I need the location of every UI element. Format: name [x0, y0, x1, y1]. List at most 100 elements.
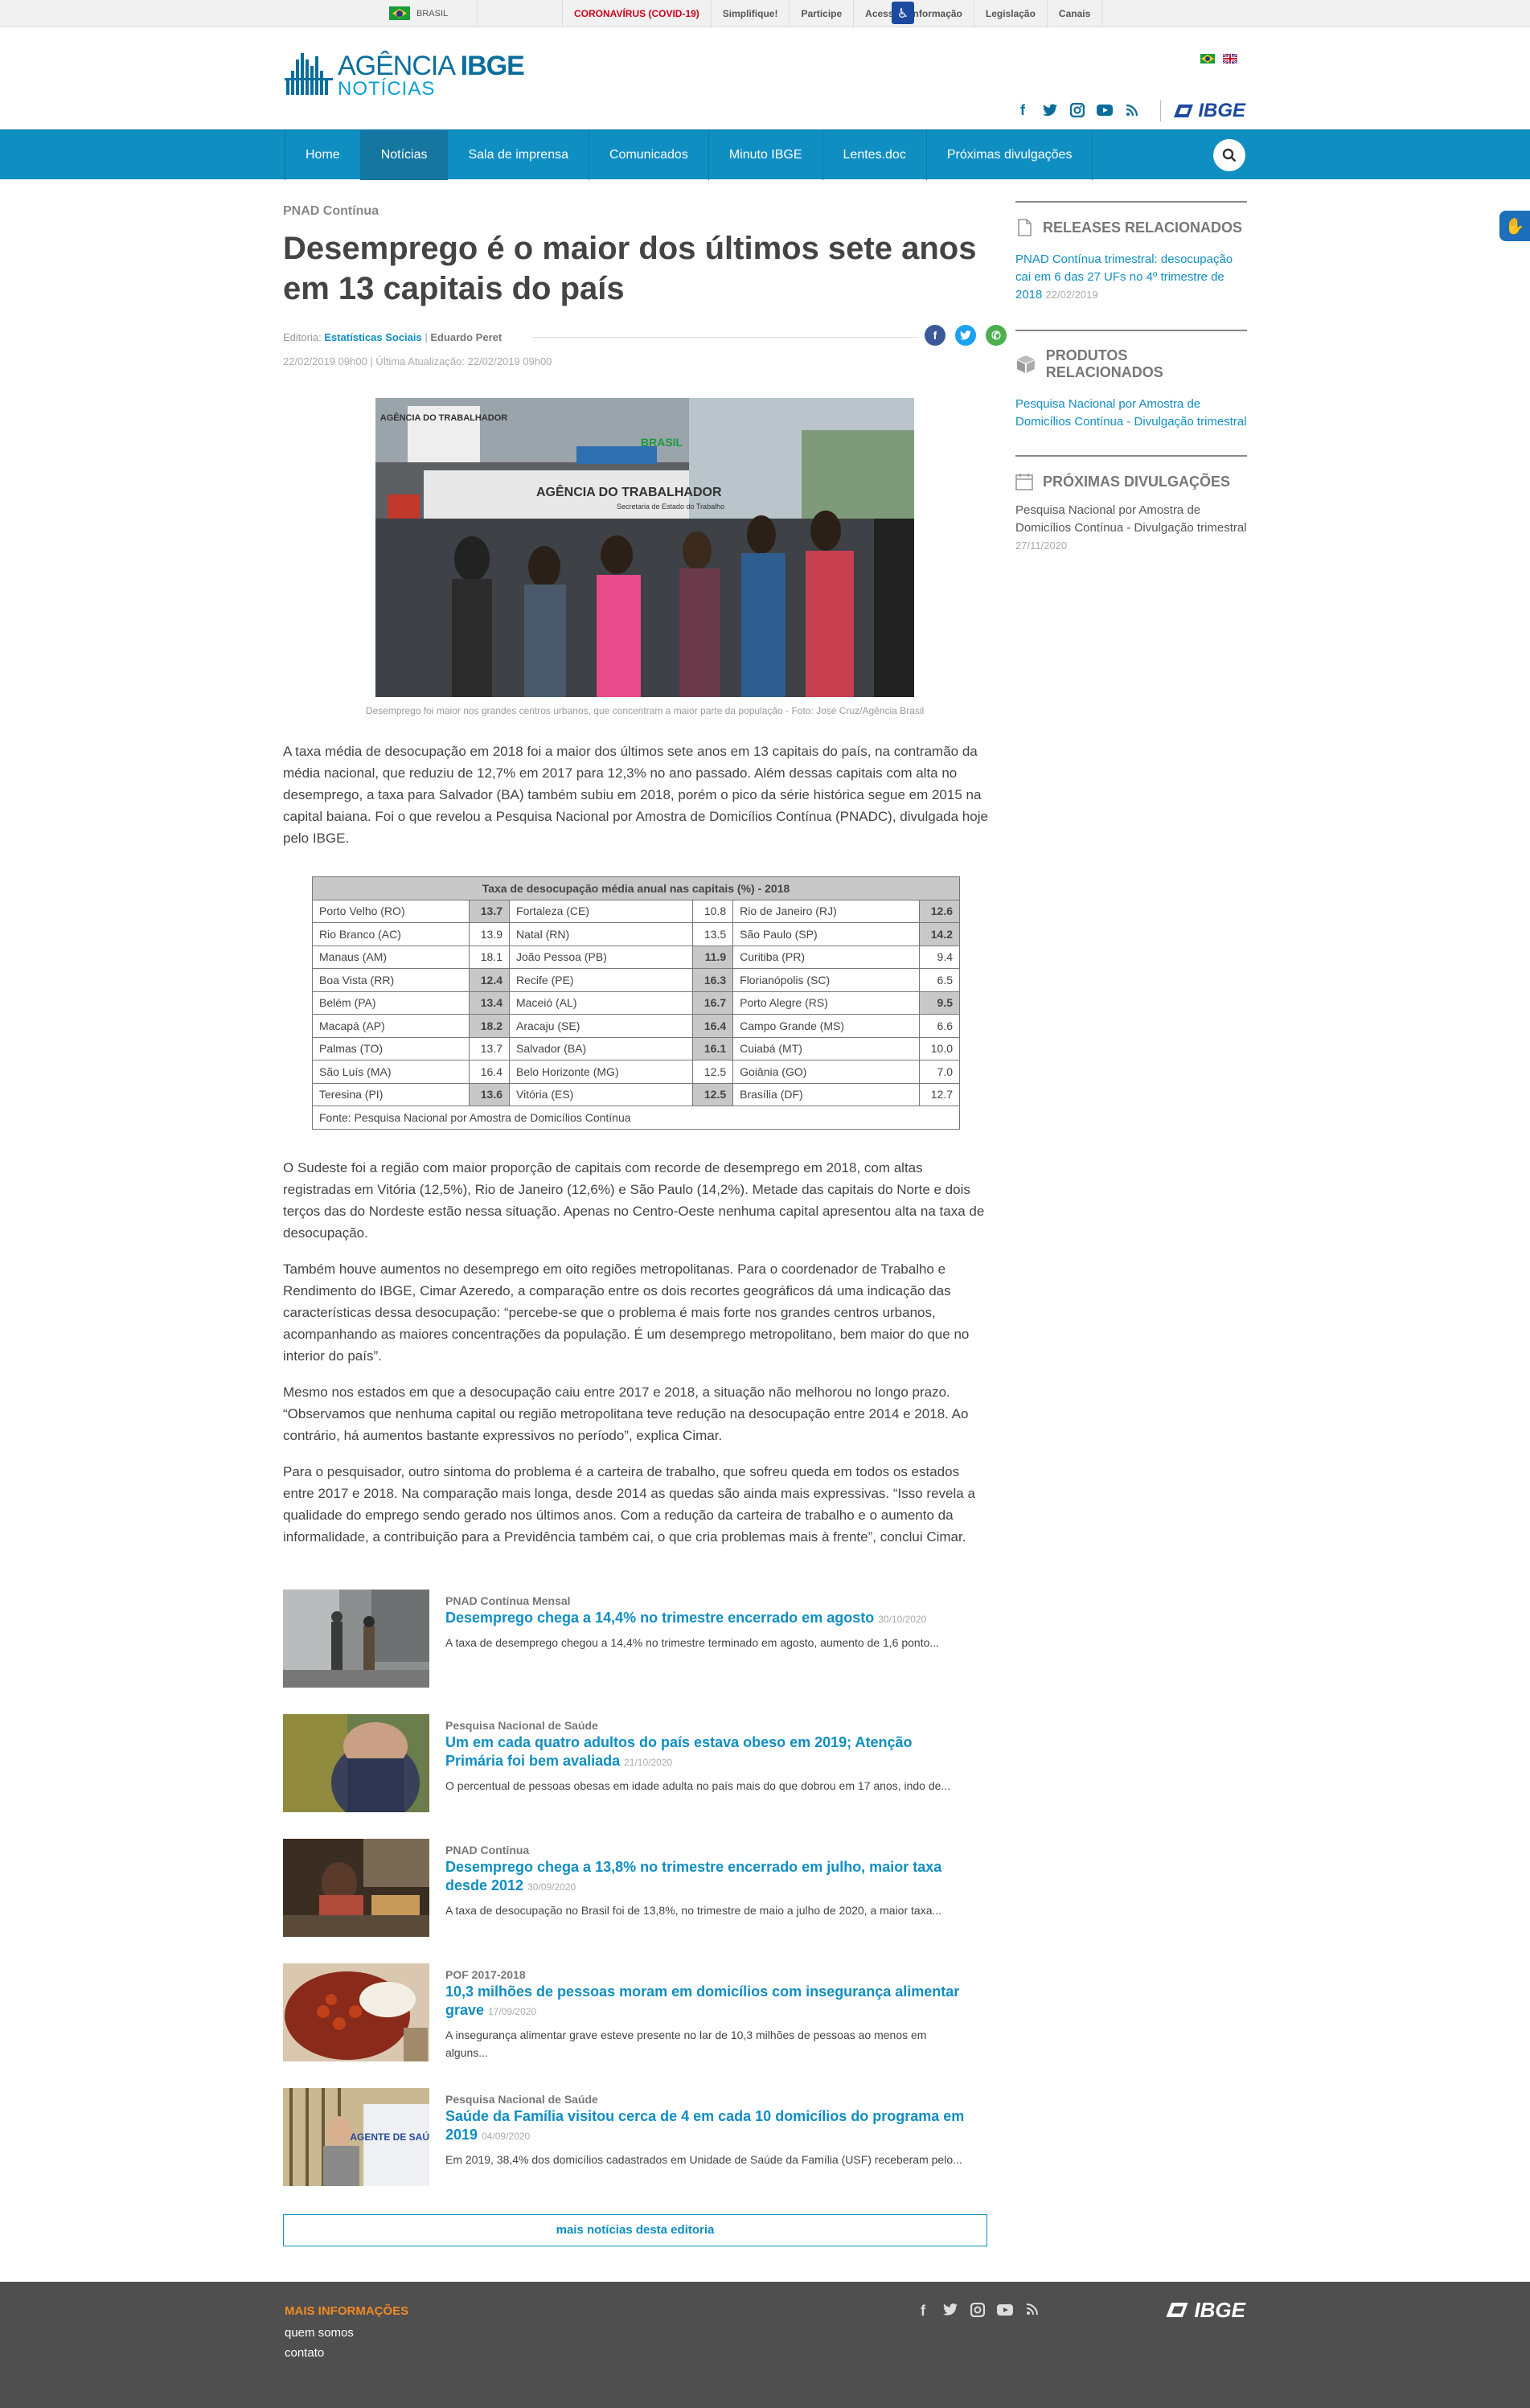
main-nav: Home Notícias Sala de imprensa Comunicad…: [0, 129, 1530, 180]
related-item[interactable]: Pesquisa Nacional de Saúde Um em cada qu…: [283, 1713, 1007, 1839]
table-cell-capital: Belém (PA): [311, 991, 470, 1015]
table-cell-capital: Porto Alegre (RS): [732, 991, 920, 1015]
related-thumb[interactable]: [283, 1963, 429, 2061]
footer-facebook-icon[interactable]: f: [914, 2303, 932, 2321]
vlibras-accessibility-icon[interactable]: ✋: [1499, 211, 1530, 241]
related-date: 30/10/2020: [878, 1613, 927, 1625]
proximas-text: Pesquisa Nacional por Amostra de Domicíl…: [1015, 503, 1247, 535]
footer-youtube-icon[interactable]: [996, 2303, 1014, 2321]
share-whatsapp-icon[interactable]: ✆: [986, 325, 1007, 346]
nav-minuto-ibge[interactable]: Minuto IBGE: [709, 130, 823, 180]
nav-noticias[interactable]: Notícias: [360, 130, 449, 180]
footer-link-quem-somos[interactable]: quem somos: [285, 2326, 354, 2340]
table-cell-rate: 16.7: [692, 991, 734, 1015]
gov-link-canais[interactable]: Canais: [1046, 0, 1103, 27]
footer-link-contato[interactable]: contato: [285, 2346, 324, 2360]
produtos-link[interactable]: Pesquisa Nacional por Amostra de Domicíl…: [1015, 396, 1247, 431]
related-title-link[interactable]: Desemprego chega a 14,4% no trimestre en…: [445, 1609, 968, 1629]
table-cell-rate: 12.6: [919, 899, 960, 923]
produtos-box: PRODUTOS RELACIONADOS Pesquisa Nacional …: [1015, 330, 1247, 431]
footer-heading: MAIS INFORMAÇÕES: [285, 2304, 409, 2318]
share-facebook-icon[interactable]: f: [925, 325, 945, 346]
related-title[interactable]: Desemprego chega a 13,8% no trimestre en…: [445, 1859, 941, 1893]
unemployment-table: Taxa de desocupação média anual nas capi…: [311, 876, 960, 1130]
table-cell-rate: 12.4: [469, 968, 511, 992]
article-photo-illustration: AGÊNCIA DO TRABALHADOR AGÊNCIA DO TRABAL…: [375, 398, 914, 697]
related-thumb-image: [283, 1838, 429, 1937]
facebook-icon[interactable]: f: [1014, 101, 1032, 119]
agencia-ibge-logo[interactable]: AGÊNCIA IBGE NOTÍCIAS: [285, 51, 525, 100]
flag-en-icon[interactable]: [1223, 54, 1237, 64]
gov-link-legislacao[interactable]: Legislação: [973, 0, 1047, 27]
instagram-icon[interactable]: [1069, 101, 1086, 119]
accessibility-icon[interactable]: ♿: [892, 2, 914, 24]
table-cell-rate: 10.8: [692, 899, 734, 923]
table-cell-capital: Porto Velho (RO): [311, 899, 470, 923]
brazil-flag-icon: [389, 6, 410, 20]
related-title-link[interactable]: Desemprego chega a 13,8% no trimestre en…: [445, 1858, 968, 1897]
related-thumb[interactable]: [283, 1589, 429, 1688]
related-thumb[interactable]: [283, 1713, 429, 1812]
proximas-item: Pesquisa Nacional por Amostra de Domicíl…: [1015, 502, 1247, 555]
nav-proximas-divulgacoes[interactable]: Próximas divulgações: [927, 130, 1093, 180]
related-title[interactable]: Um em cada quatro adultos do país estava…: [445, 1734, 913, 1769]
editoria-link[interactable]: Estatísticas Sociais: [324, 331, 421, 343]
footer-twitter-icon[interactable]: [941, 2303, 959, 2321]
table-cell-rate: 13.9: [469, 922, 511, 946]
gov-link-covid[interactable]: CORONAVÍRUS (COVID-19): [562, 0, 711, 27]
related-text: PNAD Contínua Desemprego chega a 13,8% n…: [445, 1839, 968, 1963]
table-cell-capital: Teresina (PI): [311, 1082, 470, 1106]
nav-lentes-doc[interactable]: Lentes.doc: [823, 130, 927, 180]
article-dates: 22/02/2019 09h00 | Última Atualização: 2…: [283, 355, 552, 367]
related-item[interactable]: POF 2017-2018 10,3 milhões de pessoas mo…: [283, 1963, 1007, 2088]
more-news-button[interactable]: mais notícias desta editoria: [283, 2213, 987, 2246]
calendar-icon: [1015, 474, 1033, 490]
search-icon[interactable]: [1213, 139, 1245, 171]
related-item[interactable]: PNAD Contínua Mensal Desemprego chega a …: [283, 1589, 1007, 1714]
footer-ibge-logo[interactable]: IBGE: [1166, 2298, 1245, 2323]
related-item[interactable]: PNAD Contínua Desemprego chega a 13,8% n…: [283, 1838, 1007, 1963]
related-title-link[interactable]: 10,3 milhões de pessoas moram em domicíl…: [445, 1983, 968, 2021]
related-title-link[interactable]: Um em cada quatro adultos do país estava…: [445, 1733, 968, 1772]
related-item[interactable]: AGENTE DE SAÚDE Pesquisa Nacional de Saú…: [283, 2087, 1007, 2213]
related-date: 21/10/2020: [624, 1756, 673, 1768]
gov-link-simplifique[interactable]: Simplifique!: [710, 0, 790, 27]
related-thumb[interactable]: [283, 1838, 429, 1937]
youtube-icon[interactable]: [1096, 101, 1114, 119]
article-paragraph-1: A taxa média de desocupação em 2018 foi …: [283, 744, 988, 846]
ibge-brand-text: IBGE: [1198, 100, 1245, 121]
related-date: 04/09/2020: [482, 2130, 531, 2142]
editoria-label: Editoria:: [283, 330, 322, 343]
related-title[interactable]: Desemprego chega a 14,4% no trimestre en…: [445, 1610, 874, 1626]
share-twitter-icon[interactable]: [955, 325, 976, 346]
related-news: PNAD Contínua Mensal Desemprego chega a …: [283, 1589, 1007, 2246]
table-cell-capital: Palmas (TO): [311, 1036, 470, 1060]
svg-text:Secretaria de Estado do Trabal: Secretaria de Estado do Trabalho: [617, 503, 724, 511]
table-cell-capital: Recife (PE): [509, 968, 694, 992]
table-cell-capital: Campo Grande (MS): [732, 1014, 920, 1038]
nav-home[interactable]: Home: [285, 130, 361, 180]
table-cell-capital: Brasília (DF): [732, 1082, 920, 1106]
footer-instagram-icon[interactable]: [969, 2302, 987, 2321]
table-cell-rate: 12.5: [692, 1082, 734, 1106]
table-cell-rate: 18.1: [469, 945, 511, 969]
table-row: São Luís (MA) 16.4 Belo Horizonte (MG) 12.5…: [311, 1060, 960, 1084]
releases-link[interactable]: PNAD Contínua trimestral: desocupação ca…: [1015, 251, 1247, 304]
related-title-link[interactable]: Saúde da Família visitou cerca de 4 em c…: [445, 2107, 968, 2146]
table-row: Teresina (PI) 13.6 Vitória (ES) 12.5 Brasíli…: [311, 1082, 960, 1106]
table-cell-capital: Belo Horizonte (MG): [509, 1060, 694, 1084]
table-cell-capital: São Luís (MA): [311, 1060, 470, 1084]
gov-link-participe[interactable]: Participe: [789, 0, 853, 27]
twitter-icon[interactable]: [1041, 101, 1059, 119]
rss-icon[interactable]: [1123, 101, 1141, 119]
nav-sala-de-imprensa[interactable]: Sala de imprensa: [448, 130, 589, 180]
nav-comunicados[interactable]: Comunicados: [589, 130, 709, 180]
gov-brasil-link[interactable]: BRASIL: [285, 0, 478, 27]
footer-rss-icon[interactable]: [1023, 2303, 1041, 2321]
flag-pt-icon[interactable]: [1200, 54, 1215, 64]
ibge-brand-logo[interactable]: IBGE: [1160, 100, 1245, 122]
related-category: PNAD Contínua Mensal: [445, 1594, 571, 1607]
releases-heading: RELEASES RELACIONADOS: [1015, 219, 1247, 236]
related-thumb[interactable]: AGENTE DE SAÚDE: [283, 2087, 429, 2186]
table-cell-rate: 16.1: [692, 1036, 734, 1060]
